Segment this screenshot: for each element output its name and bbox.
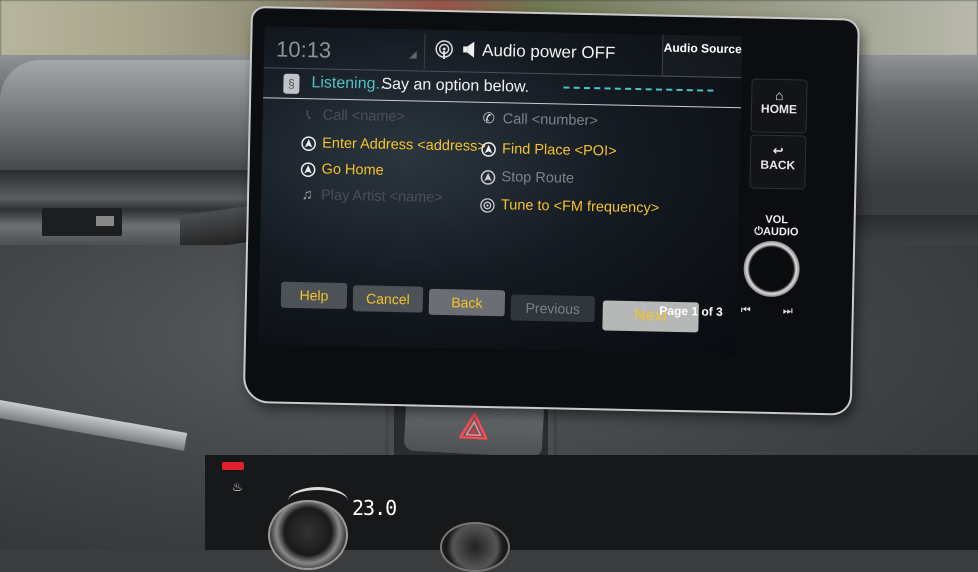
skip-back-icon: ⏮ [740, 304, 751, 317]
option-play-artist[interactable]: ♫ Play Artist <name> [299, 187, 443, 207]
fan-knob[interactable] [440, 522, 510, 572]
option-label: Go Home [321, 161, 384, 179]
seat-heater-indicator [222, 462, 244, 470]
voice-options: 📞︎ Call <name> Enter Address <address> G… [260, 104, 741, 274]
option-call-name[interactable]: 📞︎ Call <name> [301, 107, 406, 126]
option-label: Stop Route [501, 169, 575, 187]
back-hard-key[interactable]: ↩ BACK [749, 134, 807, 190]
option-go-home[interactable]: Go Home [299, 161, 384, 179]
help-button[interactable]: Help [280, 281, 348, 310]
speaker-icon [463, 41, 475, 58]
next-track-button[interactable]: ⏭ [783, 305, 793, 318]
voice-prompt: Say an option below. [381, 75, 530, 96]
navigation-icon [480, 141, 496, 157]
option-label: Call <number> [502, 111, 598, 130]
dab-radio-icon [435, 40, 453, 60]
option-label: Find Place <POI> [501, 141, 617, 160]
navigation-icon [300, 135, 316, 151]
power-icon: ⏻ [754, 225, 764, 238]
clock: 10:13 [275, 36, 332, 63]
audio-source-button[interactable]: Audio Source [661, 34, 743, 79]
home-label: HOME [760, 101, 798, 117]
radio-icon [479, 197, 495, 213]
hazard-triangle-icon [459, 412, 489, 440]
signal-icon: ◢ [408, 49, 417, 61]
page-indicator: Page 1 of 3 [659, 303, 723, 319]
option-enter-address[interactable]: Enter Address <address> [300, 135, 486, 155]
temperature-readout: 23.0 [352, 496, 397, 520]
option-label: Tune to <FM frequency> [500, 197, 660, 217]
infotainment-unit: 10:13 ◢ Audio power OFF Audio Source § L… [244, 8, 858, 414]
back-label: BACK [760, 157, 796, 173]
hardware-keys: ⌂ HOME ↩ BACK [749, 78, 812, 190]
home-icon: ⌂ [774, 86, 784, 104]
back-button[interactable]: Back [428, 288, 506, 317]
option-call-number[interactable]: ✆ Call <number> [481, 110, 598, 130]
navigation-icon [479, 169, 495, 185]
back-arrow-icon: ↩ [772, 142, 784, 159]
option-label: Call <name> [322, 107, 406, 126]
option-label: Enter Address <address> [322, 135, 486, 155]
navigation-icon [299, 161, 315, 177]
previous-track-button[interactable]: ⏮ [741, 304, 751, 317]
phone-icon: ✆ [482, 110, 495, 128]
temperature-knob[interactable] [268, 500, 348, 570]
voice-command-icon: § [283, 73, 300, 94]
seat-heater-icon[interactable]: ♨ [232, 480, 243, 494]
audio-label: AUDIO [762, 225, 799, 239]
music-note-icon: ♫ [301, 187, 313, 204]
touchscreen: 10:13 ◢ Audio power OFF Audio Source § L… [257, 26, 743, 355]
audio-status: Audio power OFF [481, 40, 616, 63]
listening-label: Listening... [311, 74, 389, 93]
option-stop-route[interactable]: Stop Route [479, 169, 574, 187]
cancel-button[interactable]: Cancel [352, 285, 424, 313]
passenger-airbag-badge [42, 208, 122, 236]
status-divider [423, 33, 426, 70]
volume-knob[interactable] [743, 240, 801, 298]
home-hard-key[interactable]: ⌂ HOME [750, 78, 808, 134]
option-find-place[interactable]: Find Place <POI> [480, 141, 617, 160]
bottom-bar: Help Cancel Back Previous Next Page 1 of… [258, 281, 737, 351]
phone-icon: 📞︎ [306, 107, 312, 124]
vol-audio-label: VOL ⏻AUDIO [736, 213, 816, 239]
option-label: Play Artist <name> [320, 187, 443, 207]
previous-button[interactable]: Previous [510, 294, 596, 323]
option-tune-fm[interactable]: Tune to <FM frequency> [479, 197, 660, 217]
skip-forward-icon: ⏭ [782, 305, 793, 318]
voice-waveform [563, 86, 714, 92]
